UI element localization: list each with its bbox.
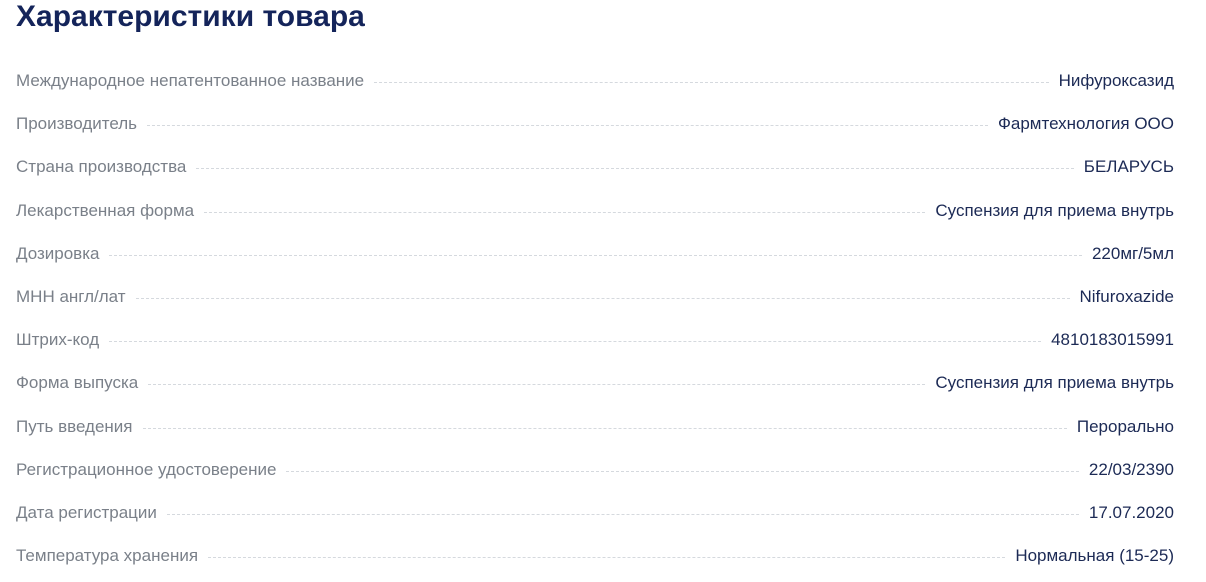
dotted-leader [109,254,1082,256]
product-characteristics-section: Характеристики товара Международное непа… [16,0,1174,565]
dotted-leader [142,427,1067,429]
spec-label: Международное непатентованное название [16,71,365,90]
dotted-leader [204,211,926,213]
spec-row-inn-latin: МНН англ/лат Nifuroxazide [16,287,1174,330]
section-title: Характеристики товара [16,0,365,33]
spec-label: Регистрационное удостоверение [16,459,277,479]
spec-row-country: Страна производства БЕЛАРУСЬ [16,157,1174,200]
spec-row-storage-temperature: Температура хранения Нормальная (15-25) [16,546,1174,582]
spec-label: Страна производства [16,157,187,177]
dotted-leader [135,297,1070,299]
spec-value: Нифуроксазид [1058,71,1174,90]
spec-value: 4810183015991 [1051,330,1174,350]
dotted-leader [166,513,1079,515]
spec-label: Производитель [16,114,138,134]
spec-value: БЕЛАРУСЬ [1083,157,1174,177]
dotted-leader [286,470,1079,472]
spec-row-inn: Международное непатентованное название Н… [16,71,1174,114]
spec-label: Штрих-код [16,330,100,350]
spec-value: 22/03/2390 [1088,459,1174,479]
spec-value: 17.07.2020 [1088,502,1174,522]
spec-row-barcode: Штрих-код 4810183015991 [16,330,1174,373]
dotted-leader [208,557,1006,559]
spec-value: Перорально [1076,416,1174,436]
spec-value: Фармтехнология ООО [997,114,1174,134]
spec-value: Суспензия для приема внутрь [935,200,1174,220]
spec-row-manufacturer: Производитель Фармтехнология ООО [16,114,1174,157]
dotted-leader [374,82,1049,83]
spec-label: Лекарственная форма [16,200,195,220]
spec-label: Путь введения [16,416,133,436]
spec-row-route: Путь введения Перорально [16,417,1174,460]
dotted-leader [147,125,988,127]
spec-value: 220мг/5мл [1091,243,1174,263]
spec-label: Форма выпуска [16,373,139,393]
dotted-leader [148,384,926,386]
spec-label: МНН англ/лат [16,286,126,306]
spec-value: Суспензия для приема внутрь [935,373,1174,393]
spec-list: Международное непатентованное название Н… [16,71,1174,582]
spec-row-release-form: Форма выпуска Суспензия для приема внутр… [16,373,1174,416]
spec-label: Дозировка [16,243,100,263]
spec-row-dosage: Дозировка 220мг/5мл [16,244,1174,287]
dotted-leader [109,341,1042,343]
spec-row-registration-date: Дата регистрации 17.07.2020 [16,503,1174,546]
spec-row-dosage-form: Лекарственная форма Суспензия для приема… [16,201,1174,244]
spec-row-registration-certificate: Регистрационное удостоверение 22/03/2390 [16,460,1174,503]
spec-label: Дата регистрации [16,502,157,522]
spec-value: Нормальная (15-25) [1015,546,1174,566]
dotted-leader [196,168,1074,170]
spec-value: Nifuroxazide [1079,286,1175,306]
spec-label: Температура хранения [16,546,199,566]
